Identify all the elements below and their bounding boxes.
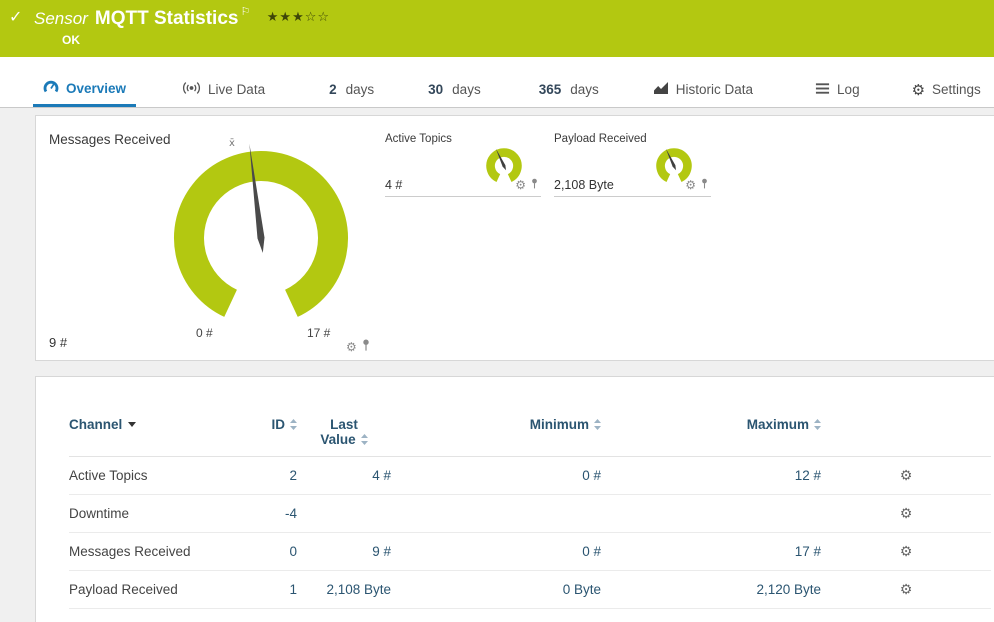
gauge-pin-icon[interactable] <box>531 176 538 194</box>
tab-30-days-label: days <box>452 82 481 97</box>
channel-id: 2 <box>229 457 297 495</box>
gauge-scale-min: 0 # <box>196 326 213 340</box>
column-header-last-value[interactable]: Last Value <box>297 417 391 457</box>
messages-received-gauge <box>174 143 348 317</box>
broadcast-icon <box>182 81 201 98</box>
sensor-title-line: Sensor MQTT Statistics ⚐ ★★★☆☆ <box>34 5 330 30</box>
channel-minimum <box>391 495 601 533</box>
tab-30-days[interactable]: 30 days <box>418 72 491 107</box>
tab-2-days-label: days <box>345 82 375 97</box>
gauge-settings-gear-icon[interactable]: ⚙ <box>685 179 696 191</box>
channel-id: -4 <box>229 495 297 533</box>
chevron-down-icon <box>128 422 137 427</box>
tab-live-data[interactable]: Live Data <box>172 72 275 107</box>
gauge-pin-icon[interactable] <box>701 176 708 194</box>
channel-name[interactable]: Active Topics <box>69 457 229 495</box>
tab-log[interactable]: Log <box>805 72 870 107</box>
channel-id: 1 <box>229 571 297 609</box>
channel-maximum <box>601 495 821 533</box>
tab-historic-data-label: Historic Data <box>675 82 754 97</box>
sort-icon <box>290 419 297 430</box>
column-header-maximum[interactable]: Maximum <box>601 417 821 457</box>
gauges-panel: Messages Received x̄ 0 # 17 # 9 # ⚙ Acti… <box>35 115 994 361</box>
average-marker: x̄ <box>229 138 235 149</box>
column-header-minimum[interactable]: Minimum <box>391 417 601 457</box>
channel-minimum: 0 # <box>391 533 601 571</box>
gauge-settings-gear-icon[interactable]: ⚙ <box>346 341 357 353</box>
column-header-channel[interactable]: Channel <box>69 417 229 457</box>
tab-365-days-label: days <box>570 82 599 97</box>
channel-id: 0 <box>229 533 297 571</box>
tab-365-days-number: 365 <box>538 82 562 97</box>
channel-last-value: 4 # <box>297 457 391 495</box>
sort-icon <box>814 419 821 430</box>
channel-maximum: 17 # <box>601 533 821 571</box>
tab-bar: Overview Live Data 2 days 30 days 365 da… <box>0 57 994 108</box>
channel-name[interactable]: Payload Received <box>69 571 229 609</box>
tab-2-days-number: 2 <box>329 82 337 97</box>
tab-overview-label: Overview <box>66 80 127 96</box>
channel-settings-gear-icon[interactable]: ⚙ <box>900 506 913 522</box>
priority-stars[interactable]: ★★★☆☆ <box>267 10 330 25</box>
channel-last-value: 2,108 Byte <box>297 571 391 609</box>
status-ok-check-icon: ✓ <box>9 7 23 26</box>
page-title: MQTT Statistics <box>94 8 239 29</box>
channel-settings-cell: ⚙ <box>821 533 991 571</box>
gear-icon: ⚙ <box>911 80 926 99</box>
mini-gauge-active-topics: Active Topics 4 # ⚙ <box>385 130 541 197</box>
channel-table-panel: Channel ID Last Value Minimum Maximum Ac… <box>35 376 994 622</box>
stars-empty[interactable]: ☆☆ <box>305 10 330 25</box>
channel-maximum: 2,120 Byte <box>601 571 821 609</box>
tab-overview[interactable]: Overview <box>33 72 137 107</box>
tab-historic-data[interactable]: Historic Data <box>643 72 763 107</box>
channel-settings-gear-icon[interactable]: ⚙ <box>900 544 913 560</box>
channel-settings-gear-icon[interactable]: ⚙ <box>900 582 913 598</box>
flag-icon[interactable]: ⚐ <box>240 5 250 18</box>
channel-table: Channel ID Last Value Minimum Maximum Ac… <box>69 417 991 609</box>
overview-gauge-icon <box>43 79 59 98</box>
channel-minimum: 0 Byte <box>391 571 601 609</box>
channel-last-value <box>297 495 391 533</box>
gauge-pin-icon[interactable] <box>362 338 370 356</box>
gauge-settings-gear-icon[interactable]: ⚙ <box>515 179 526 191</box>
mini-gauge-value: 4 # <box>385 178 403 192</box>
column-header-id[interactable]: ID <box>229 417 297 457</box>
stars-filled[interactable]: ★★★ <box>267 10 305 25</box>
mini-gauge-payload-received: Payload Received 2,108 Byte ⚙ <box>554 130 711 197</box>
status-badge: OK <box>62 33 80 47</box>
channel-settings-gear-icon[interactable]: ⚙ <box>900 468 913 484</box>
column-header-actions <box>821 417 991 457</box>
area-chart-icon <box>653 81 669 98</box>
tab-settings-label: Settings <box>932 82 981 97</box>
channel-settings-cell: ⚙ <box>821 457 991 495</box>
sensor-header: ✓ Sensor MQTT Statistics ⚐ ★★★☆☆ OK <box>0 0 994 57</box>
primary-gauge-actions: ⚙ <box>346 338 370 356</box>
channel-minimum: 0 # <box>391 457 601 495</box>
sort-icon <box>594 419 601 430</box>
channel-name[interactable]: Downtime <box>69 495 229 533</box>
tab-live-data-label: Live Data <box>208 82 266 97</box>
mini-gauge-title: Active Topics <box>385 133 452 145</box>
tab-365-days[interactable]: 365 days <box>529 72 609 107</box>
gauge-scale-max: 17 # <box>307 326 331 340</box>
channel-settings-cell: ⚙ <box>821 571 991 609</box>
mini-gauge-value: 2,108 Byte <box>554 178 614 192</box>
mini-gauge-actions: ⚙ <box>685 176 708 194</box>
channel-last-value: 9 # <box>297 533 391 571</box>
tab-30-days-number: 30 <box>428 82 444 97</box>
primary-gauge-value: 9 # <box>49 335 68 350</box>
list-icon <box>815 82 830 98</box>
mini-gauge-actions: ⚙ <box>515 176 538 194</box>
object-type-label: Sensor <box>34 9 88 28</box>
tab-2-days[interactable]: 2 days <box>319 72 384 107</box>
tab-log-label: Log <box>837 82 860 97</box>
channel-name[interactable]: Messages Received <box>69 533 229 571</box>
channel-maximum: 12 # <box>601 457 821 495</box>
channel-settings-cell: ⚙ <box>821 495 991 533</box>
sort-icon <box>360 434 368 445</box>
tab-settings[interactable]: ⚙ Settings <box>902 72 991 107</box>
mini-gauge-title: Payload Received <box>554 133 647 145</box>
